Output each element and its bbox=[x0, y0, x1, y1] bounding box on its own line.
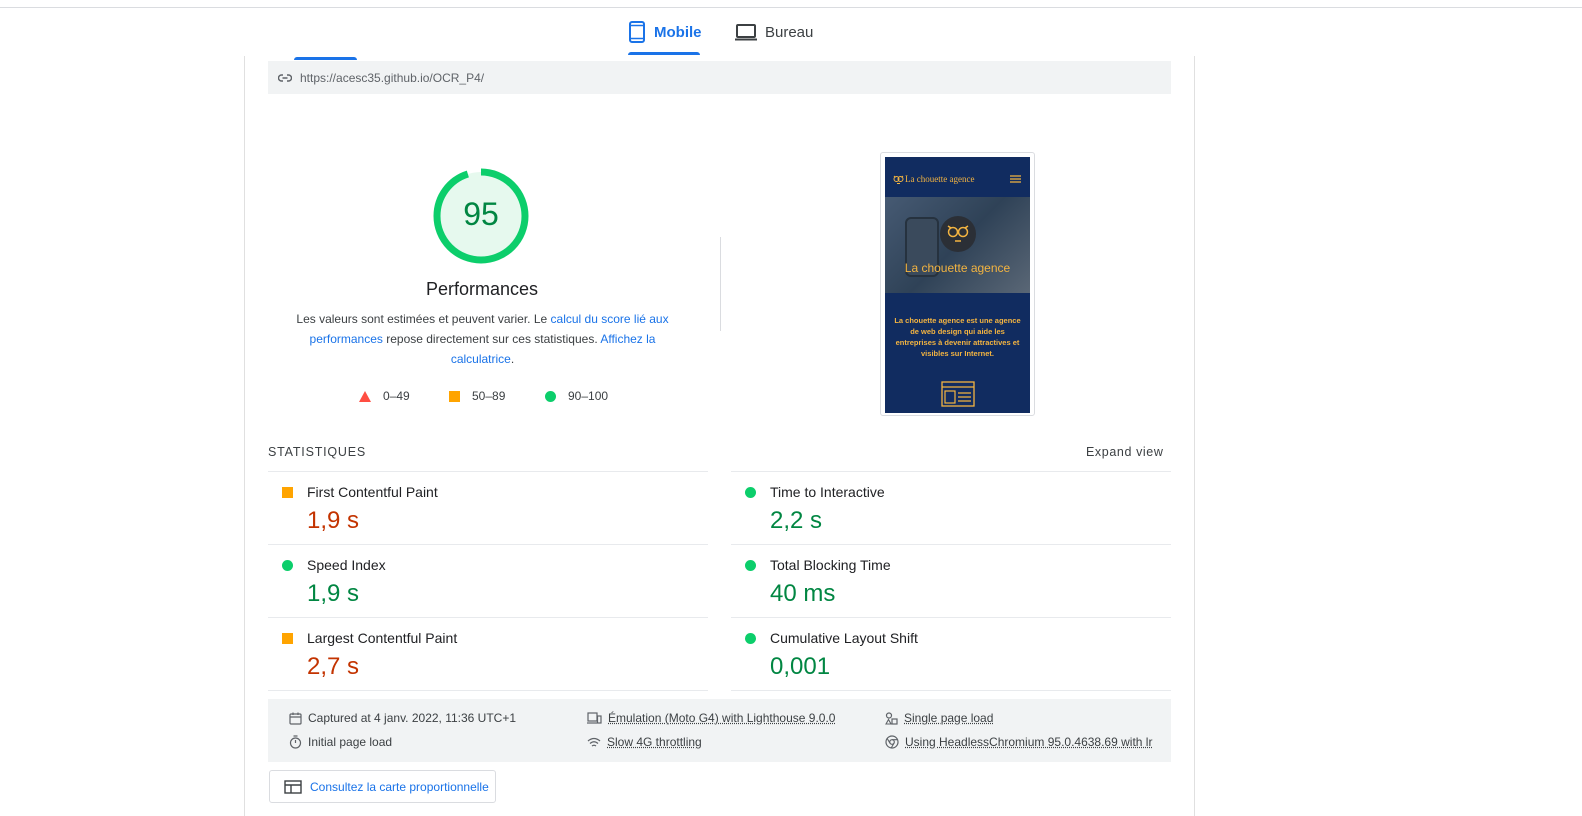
metric-value: 40 ms bbox=[770, 580, 835, 608]
metric-label: Total Blocking Time bbox=[770, 557, 891, 573]
initial-page-load: Initial page load bbox=[289, 735, 392, 749]
captured-text: Captured at 4 janv. 2022, 11:36 UTC+1 bbox=[308, 711, 516, 725]
screenshot-brand: La chouette agence bbox=[905, 174, 974, 184]
emulation-text: Émulation (Moto G4) with Lighthouse 9.0.… bbox=[608, 711, 835, 725]
pass-circle-icon bbox=[745, 487, 756, 498]
active-tab-indicator bbox=[628, 52, 700, 55]
circle-icon bbox=[545, 391, 556, 402]
screenshot-hero-title: La chouette agence bbox=[885, 261, 1030, 275]
metric-label: Speed Index bbox=[307, 557, 386, 573]
initial-text: Initial page load bbox=[308, 735, 392, 749]
performance-description: Les valeurs sont estimées et peuvent var… bbox=[290, 309, 675, 369]
vertical-divider bbox=[720, 237, 721, 331]
calendar-icon bbox=[289, 712, 302, 725]
browser-setting[interactable]: Using HeadlessChromium 95.0.4638.69 with… bbox=[885, 735, 1152, 749]
metric-cumulative-layout-shift: Cumulative Layout Shift 0,001 bbox=[731, 617, 1171, 690]
tested-url: https://acesc35.github.io/OCR_P4/ bbox=[300, 71, 484, 85]
timer-icon bbox=[289, 735, 302, 749]
metric-value: 1,9 s bbox=[307, 580, 359, 608]
tab-mobile[interactable]: Mobile bbox=[628, 8, 702, 56]
metric-value: 0,001 bbox=[770, 653, 830, 681]
metrics-divider bbox=[731, 690, 1171, 691]
metric-value: 2,2 s bbox=[770, 507, 822, 535]
menu-icon bbox=[1010, 175, 1021, 183]
chrome-icon bbox=[885, 735, 899, 749]
legend-pass: 90–100 bbox=[545, 388, 608, 404]
secondary-tab-indicator bbox=[294, 57, 357, 60]
square-icon bbox=[449, 391, 460, 402]
treemap-icon bbox=[284, 780, 302, 794]
owl-logo-icon bbox=[893, 174, 904, 185]
shapes-icon bbox=[885, 712, 898, 725]
runtime-settings: Captured at 4 janv. 2022, 11:36 UTC+1 In… bbox=[268, 699, 1171, 762]
metric-value: 2,7 s bbox=[307, 653, 359, 681]
metric-speed-index: Speed Index 1,9 s bbox=[268, 544, 708, 617]
metric-first-contentful-paint: First Contentful Paint 1,9 s bbox=[268, 471, 708, 544]
throttling-text: Slow 4G throttling bbox=[607, 735, 702, 749]
screenshot-hero bbox=[885, 197, 1030, 293]
browser-text: Using HeadlessChromium 95.0.4638.69 with… bbox=[905, 735, 1152, 749]
throttling-setting[interactable]: Slow 4G throttling bbox=[587, 735, 702, 749]
captured-at: Captured at 4 janv. 2022, 11:36 UTC+1 bbox=[289, 711, 516, 725]
screenshot-preview: La chouette agence La chouette agence La… bbox=[885, 157, 1030, 413]
metric-label: Largest Contentful Paint bbox=[307, 630, 457, 646]
metric-total-blocking-time: Total Blocking Time 40 ms bbox=[731, 544, 1171, 617]
pass-circle-icon bbox=[745, 560, 756, 571]
pass-circle-icon bbox=[745, 633, 756, 644]
final-screenshot[interactable]: La chouette agence La chouette agence La… bbox=[880, 152, 1035, 416]
average-square-icon bbox=[282, 487, 293, 498]
legend-fail: 0–49 bbox=[359, 388, 410, 404]
single-page-load[interactable]: Single page load bbox=[885, 711, 993, 725]
device-tabs: Mobile Bureau bbox=[0, 8, 1582, 56]
metric-label: Time to Interactive bbox=[770, 484, 885, 500]
metric-largest-contentful-paint: Largest Contentful Paint 2,7 s bbox=[268, 617, 708, 690]
devices-icon bbox=[587, 712, 602, 724]
smartphone-icon bbox=[628, 21, 646, 43]
desc-text: repose directement sur ces statistiques. bbox=[383, 332, 600, 346]
emulation-setting[interactable]: Émulation (Moto G4) with Lighthouse 9.0.… bbox=[587, 711, 835, 725]
legend-fail-label: 0–49 bbox=[383, 389, 410, 403]
legend-average: 50–89 bbox=[449, 388, 505, 404]
tab-desktop-label: Bureau bbox=[765, 24, 813, 41]
metric-value: 1,9 s bbox=[307, 507, 359, 535]
performance-title: Performances bbox=[382, 279, 582, 300]
treemap-button-label: Consultez la carte proportionnelle bbox=[310, 780, 489, 794]
wifi-icon bbox=[587, 737, 601, 748]
tab-desktop[interactable]: Bureau bbox=[735, 8, 813, 56]
treemap-button[interactable]: Consultez la carte proportionnelle bbox=[269, 770, 496, 803]
metrics-divider bbox=[268, 690, 708, 691]
laptop-icon bbox=[735, 23, 757, 41]
link-icon bbox=[278, 73, 292, 83]
average-square-icon bbox=[282, 633, 293, 644]
desc-text: Les valeurs sont estimées et peuvent var… bbox=[296, 312, 550, 326]
legend-average-label: 50–89 bbox=[472, 389, 505, 403]
desc-text: . bbox=[511, 352, 514, 366]
statistics-header: STATISTIQUES bbox=[268, 445, 366, 459]
metric-label: First Contentful Paint bbox=[307, 484, 438, 500]
owl-badge-icon bbox=[939, 215, 977, 253]
legend-pass-label: 90–100 bbox=[568, 389, 608, 403]
pass-circle-icon bbox=[282, 560, 293, 571]
screenshot-intro-text: La chouette agence est une agence de web… bbox=[893, 315, 1022, 359]
expand-view-button[interactable]: Expand view bbox=[1086, 445, 1163, 459]
tab-mobile-label: Mobile bbox=[654, 24, 702, 41]
metric-time-to-interactive: Time to Interactive 2,2 s bbox=[731, 471, 1171, 544]
web-design-icon bbox=[941, 381, 975, 407]
triangle-icon bbox=[359, 391, 371, 402]
metric-label: Cumulative Layout Shift bbox=[770, 630, 918, 646]
url-bar: https://acesc35.github.io/OCR_P4/ bbox=[268, 61, 1171, 94]
performance-score: 95 bbox=[433, 196, 529, 233]
single-load-text: Single page load bbox=[904, 711, 993, 725]
